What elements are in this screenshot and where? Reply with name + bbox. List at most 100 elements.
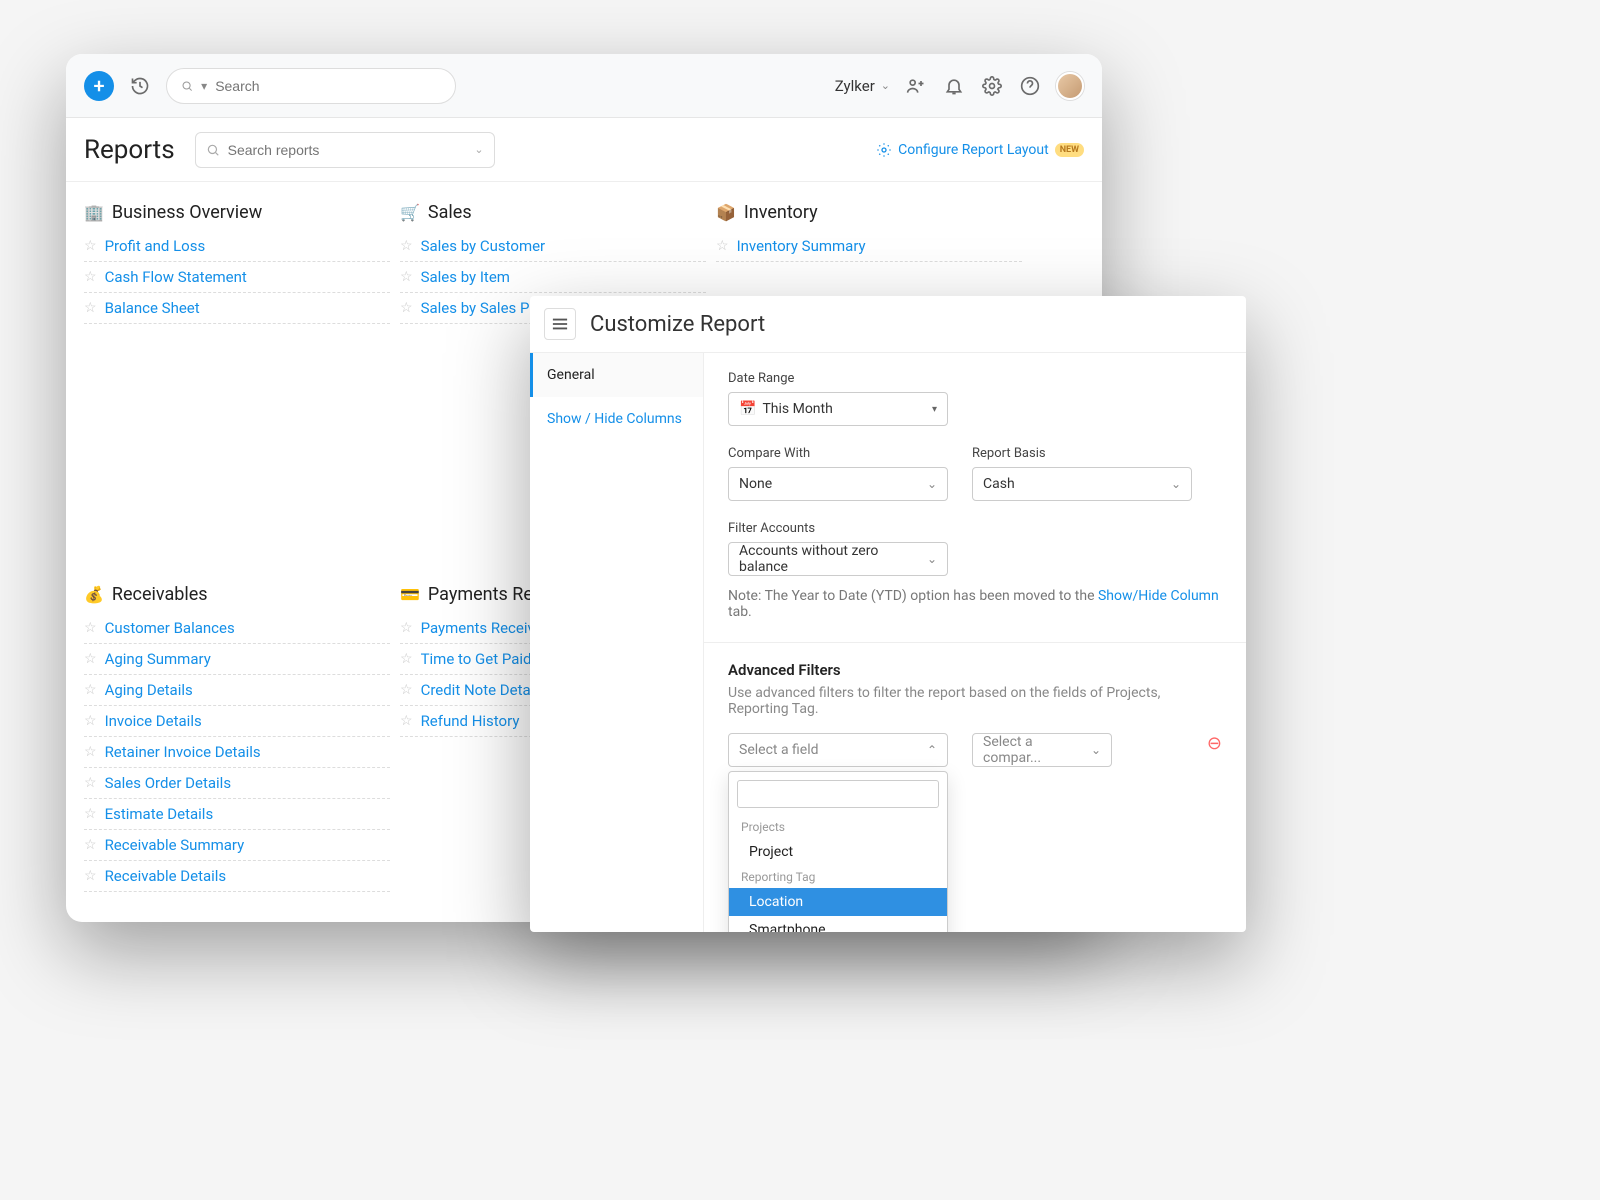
global-search-input[interactable] (215, 78, 441, 94)
building-icon: 🏢 (84, 203, 104, 222)
section-title: Receivables (112, 584, 208, 605)
org-switcher[interactable]: Zylker ⌄ (835, 77, 890, 95)
star-icon[interactable]: ☆ (400, 238, 413, 254)
receivables-icon: 💰 (84, 585, 104, 604)
avatar[interactable] (1056, 72, 1084, 100)
report-link[interactable]: ☆Receivable Summary (84, 830, 390, 861)
select-field-dropdown[interactable]: Select a field ⌃ (728, 733, 948, 767)
customize-header: Customize Report (530, 296, 1246, 352)
dropdown-item-smartphone[interactable]: Smartphone (729, 916, 947, 932)
gear-icon (876, 142, 892, 158)
report-link[interactable]: ☆Aging Details (84, 675, 390, 706)
star-icon[interactable]: ☆ (84, 837, 97, 853)
dropdown-item-location[interactable]: Location (729, 888, 947, 916)
box-icon: 📦 (716, 203, 736, 222)
users-icon[interactable] (904, 74, 928, 98)
chevron-down-icon: ⌄ (474, 143, 483, 156)
report-link[interactable]: ☆Sales by Item (400, 262, 706, 293)
global-search[interactable]: ▾ (166, 68, 456, 104)
section-inventory: 📦Inventory ☆Inventory Summary (716, 202, 1022, 262)
star-icon[interactable]: ☆ (400, 300, 413, 316)
label-compare-with: Compare With (728, 446, 948, 461)
date-range-select[interactable]: 📅This Month ▾ (728, 392, 948, 426)
advanced-filters-desc: Use advanced filters to filter the repor… (728, 685, 1222, 717)
calendar-icon: 📅 (739, 401, 756, 417)
history-icon[interactable] (128, 74, 152, 98)
customize-title: Customize Report (590, 312, 765, 337)
configure-report-layout-link[interactable]: Configure Report Layout NEW (876, 142, 1084, 158)
star-icon[interactable]: ☆ (400, 713, 413, 729)
star-icon[interactable]: ☆ (84, 775, 97, 791)
page-title: Reports (84, 135, 175, 165)
label-date-range: Date Range (728, 371, 1222, 386)
star-icon[interactable]: ☆ (84, 238, 97, 254)
search-icon (181, 79, 193, 93)
report-link[interactable]: ☆Receivable Details (84, 861, 390, 892)
chevron-down-icon: ⌄ (1091, 743, 1101, 757)
gear-icon[interactable] (980, 74, 1004, 98)
compare-with-select[interactable]: None ⌄ (728, 467, 948, 501)
report-link[interactable]: ☆Retainer Invoice Details (84, 737, 390, 768)
section-business-overview: 🏢 Business Overview ☆Profit and Loss ☆Cas… (84, 202, 390, 324)
search-reports[interactable]: ⌄ (195, 132, 495, 168)
report-link[interactable]: ☆Cash Flow Statement (84, 262, 390, 293)
page-header: Reports ⌄ Configure Report Layout NEW (66, 118, 1102, 182)
star-icon[interactable]: ☆ (400, 682, 413, 698)
section-receivables: 💰 Receivables ☆Customer Balances ☆Aging S… (84, 584, 390, 892)
section-title: Business Overview (112, 202, 262, 223)
ytd-note: Note: The Year to Date (YTD) option has … (728, 588, 1222, 620)
report-link[interactable]: ☆Sales by Customer (400, 231, 706, 262)
report-link[interactable]: ☆Balance Sheet (84, 293, 390, 324)
star-icon[interactable]: ☆ (400, 651, 413, 667)
chevron-down-icon: ⌄ (927, 552, 937, 566)
bell-icon[interactable] (942, 74, 966, 98)
search-scope-chevron[interactable]: ▾ (201, 79, 207, 93)
star-icon[interactable]: ☆ (84, 682, 97, 698)
star-icon[interactable]: ☆ (400, 269, 413, 285)
dropdown-group: Projects (729, 816, 947, 838)
configure-link-text: Configure Report Layout (898, 142, 1049, 158)
dropdown-search-input[interactable] (737, 780, 939, 808)
report-link[interactable]: ☆Aging Summary (84, 644, 390, 675)
star-icon[interactable]: ☆ (84, 806, 97, 822)
remove-filter-icon[interactable]: ⊖ (1207, 733, 1222, 754)
search-icon (206, 143, 220, 157)
report-basis-select[interactable]: Cash ⌄ (972, 467, 1192, 501)
dropdown-group: Reporting Tag (729, 866, 947, 888)
tab-show-hide-columns[interactable]: Show / Hide Columns (530, 397, 703, 441)
report-link[interactable]: ☆Customer Balances (84, 613, 390, 644)
star-icon[interactable]: ☆ (716, 238, 729, 254)
star-icon[interactable]: ☆ (84, 620, 97, 636)
hamburger-icon[interactable] (544, 308, 576, 340)
help-icon[interactable] (1018, 74, 1042, 98)
field-dropdown-menu: Projects Project Reporting Tag Location … (728, 771, 948, 932)
advanced-filters-heading: Advanced Filters (728, 661, 1222, 679)
report-link[interactable]: ☆Inventory Summary (716, 231, 1022, 262)
tab-general[interactable]: General (530, 353, 703, 397)
dropdown-item-project[interactable]: Project (729, 838, 947, 866)
star-icon[interactable]: ☆ (84, 868, 97, 884)
star-icon[interactable]: ☆ (84, 300, 97, 316)
search-reports-input[interactable] (228, 142, 467, 158)
report-link[interactable]: ☆Invoice Details (84, 706, 390, 737)
report-link[interactable]: ☆Estimate Details (84, 799, 390, 830)
label-filter-accounts: Filter Accounts (728, 521, 1222, 536)
cart-icon: 🛒 (400, 203, 420, 222)
new-badge: NEW (1055, 143, 1084, 157)
customize-sidebar: General Show / Hide Columns (530, 353, 704, 932)
select-comparator-dropdown[interactable]: Select a compar... ⌄ (972, 733, 1112, 767)
chevron-down-icon: ⌄ (927, 477, 937, 491)
show-hide-column-link[interactable]: Show/Hide Column (1098, 588, 1219, 604)
star-icon[interactable]: ☆ (84, 651, 97, 667)
star-icon[interactable]: ☆ (400, 620, 413, 636)
report-link[interactable]: ☆Sales Order Details (84, 768, 390, 799)
filter-accounts-select[interactable]: Accounts without zero balance ⌄ (728, 542, 948, 576)
section-title: Sales (428, 202, 472, 223)
star-icon[interactable]: ☆ (84, 744, 97, 760)
add-button[interactable]: + (84, 71, 114, 101)
chevron-up-icon: ⌃ (927, 743, 937, 757)
report-link[interactable]: ☆Profit and Loss (84, 231, 390, 262)
customize-main: Date Range 📅This Month ▾ Compare With No… (704, 353, 1246, 932)
star-icon[interactable]: ☆ (84, 713, 97, 729)
star-icon[interactable]: ☆ (84, 269, 97, 285)
